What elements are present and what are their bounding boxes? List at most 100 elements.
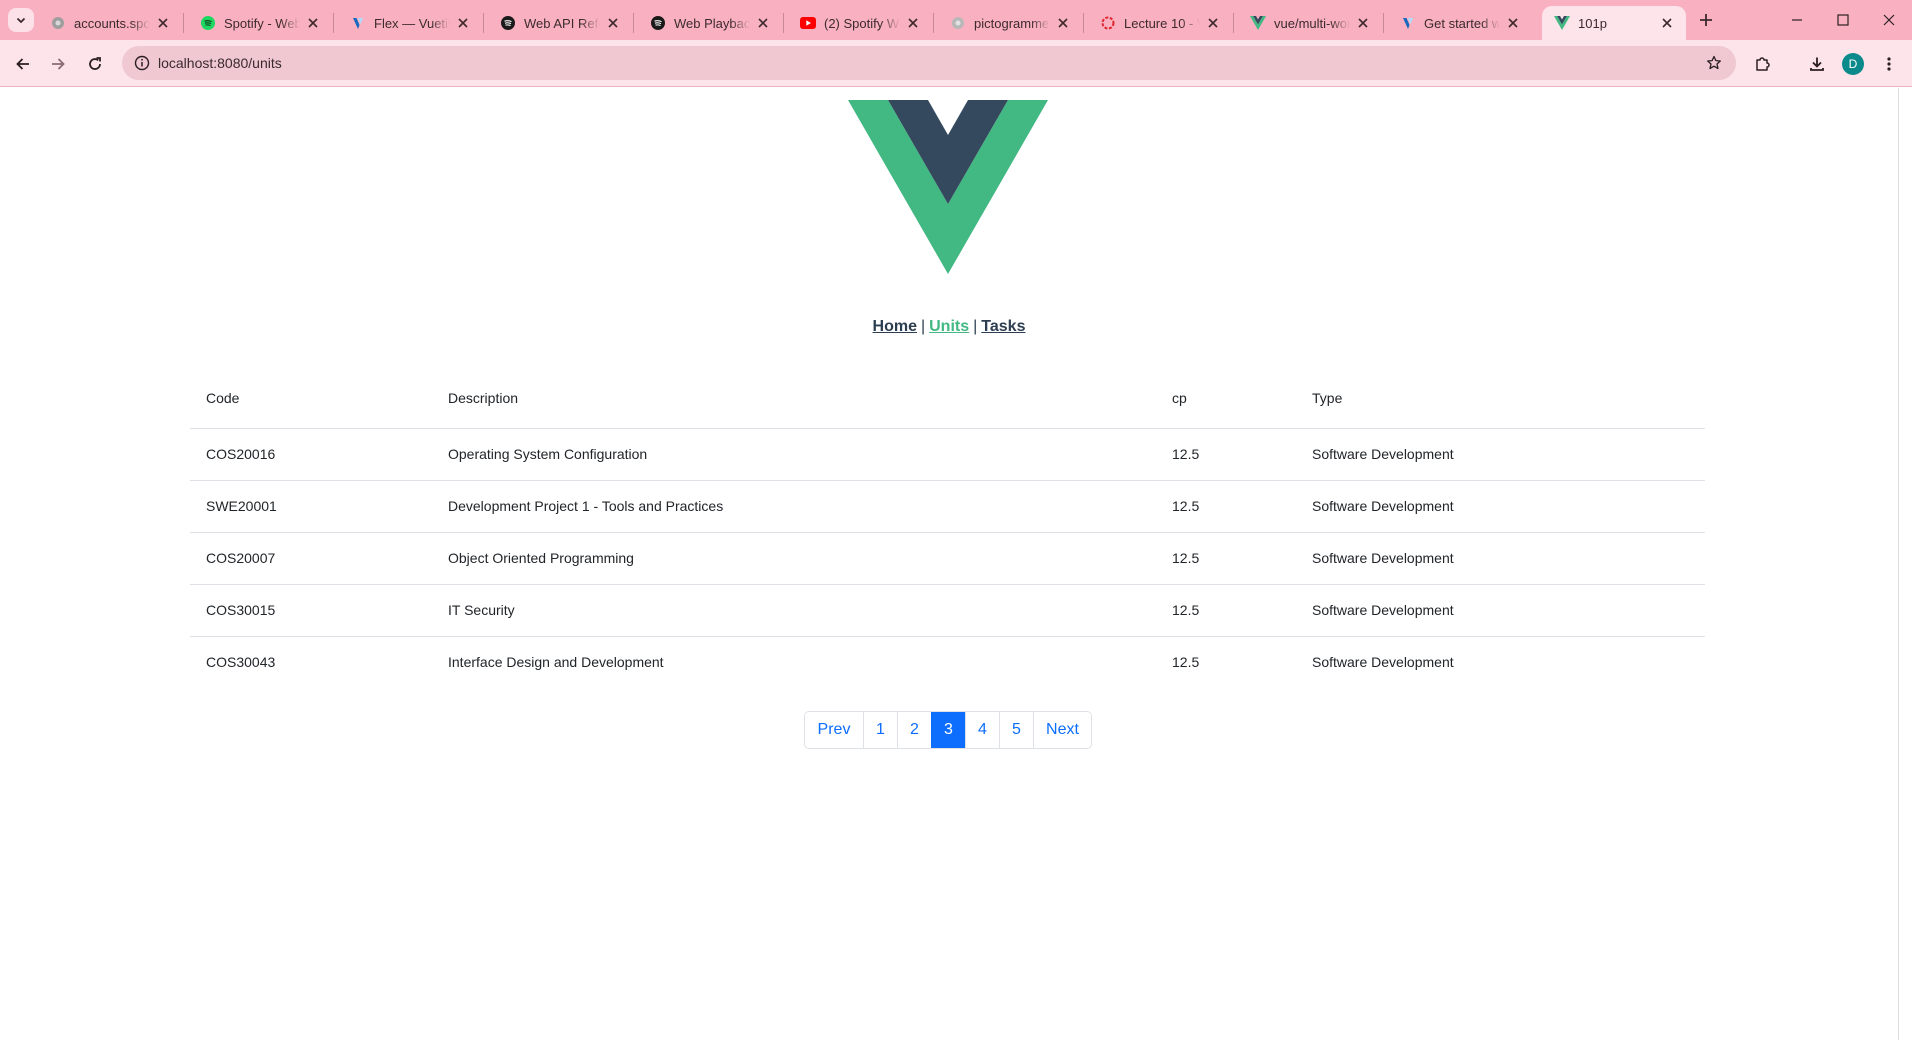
browser-tab[interactable]: (2) Spotify Web API <box>788 6 932 40</box>
cell-type: Software Development <box>1296 480 1705 533</box>
column-header-cp: cp <box>1156 368 1296 429</box>
close-icon[interactable] <box>454 14 472 32</box>
browser-menu-button[interactable] <box>1874 49 1904 79</box>
forward-button[interactable] <box>43 49 73 79</box>
cell-cp: 12.5 <box>1156 584 1296 637</box>
tab-search-button[interactable] <box>8 8 34 32</box>
download-icon <box>1810 57 1824 71</box>
cell-cp: 12.5 <box>1156 480 1296 533</box>
browser-tab[interactable]: Get started with <box>1388 6 1532 40</box>
pagination-prev-button[interactable]: Prev <box>805 712 863 748</box>
globe-icon <box>50 15 66 31</box>
tab-title: Flex — Vuetify <box>374 15 450 31</box>
new-tab-button[interactable] <box>1694 8 1718 32</box>
nav-link-units[interactable]: Units <box>929 318 969 335</box>
tab-title: vue/multi-word <box>1274 15 1350 31</box>
reload-icon <box>89 57 101 70</box>
pagination-page-3-current[interactable]: 3 <box>931 712 965 748</box>
units-table: Code Description cp Type COS20016 Operat… <box>190 368 1705 688</box>
cell-description: Object Oriented Programming <box>432 532 1156 585</box>
table-header-row: Code Description cp Type <box>190 368 1705 429</box>
tab-divider <box>633 13 634 33</box>
pagination-page-5[interactable]: 5 <box>999 712 1033 748</box>
nav-separator: | <box>920 318 926 335</box>
profile-avatar[interactable]: D <box>1842 53 1864 75</box>
vue-icon <box>1250 15 1266 31</box>
reload-button[interactable] <box>80 49 110 79</box>
tab-title: accounts.spotify.com <box>74 15 150 31</box>
pagination-next-button[interactable]: Next <box>1033 712 1091 748</box>
browser-tab[interactable]: Flex — Vuetify <box>338 6 482 40</box>
column-header-code: Code <box>190 368 432 429</box>
lecture-icon <box>1100 15 1116 31</box>
extensions-button[interactable] <box>1748 49 1778 79</box>
browser-tab-active[interactable]: 101p <box>1542 6 1686 40</box>
puzzle-icon <box>1756 57 1770 71</box>
pagination-page-1[interactable]: 1 <box>863 712 897 748</box>
url-text[interactable]: localhost:8080/units <box>158 55 282 71</box>
cell-description: IT Security <box>432 584 1156 637</box>
close-icon[interactable] <box>1204 14 1222 32</box>
tab-divider <box>333 13 334 33</box>
close-window-button[interactable] <box>1866 0 1912 40</box>
close-icon[interactable] <box>154 14 172 32</box>
cell-code: SWE20001 <box>190 480 432 533</box>
tab-divider <box>783 13 784 33</box>
browser-tab[interactable]: accounts.spotify.com <box>38 6 182 40</box>
nav-separator: | <box>973 318 978 335</box>
tab-title: Web Playback SDK <box>674 15 750 31</box>
pagination-page-4[interactable]: 4 <box>965 712 999 748</box>
table-row: COS20016 Operating System Configuration … <box>190 428 1705 481</box>
minimize-button[interactable] <box>1774 0 1820 40</box>
close-icon[interactable] <box>304 14 322 32</box>
tab-title: Spotify - Web Player <box>224 15 300 31</box>
table-row: COS30043 Interface Design and Developmen… <box>190 636 1705 688</box>
cell-code: COS30015 <box>190 584 432 637</box>
vue-logo <box>848 100 1048 274</box>
table-row: COS30015 IT Security 12.5 Software Devel… <box>190 584 1705 637</box>
pagination-page-2[interactable]: 2 <box>897 712 931 748</box>
close-icon[interactable] <box>904 14 922 32</box>
vuetify-icon <box>1400 15 1416 31</box>
table-row: SWE20001 Development Project 1 - Tools a… <box>190 480 1705 533</box>
cell-code: COS20007 <box>190 532 432 585</box>
cell-code: COS20016 <box>190 428 432 481</box>
browser-tab[interactable]: Web Playback SDK <box>638 6 782 40</box>
browser-tab[interactable]: vue/multi-word <box>1238 6 1382 40</box>
maximize-button[interactable] <box>1820 0 1866 40</box>
spotify-dark-icon <box>500 15 516 31</box>
browser-tab[interactable]: Lecture 10 - Vue <box>1088 6 1232 40</box>
tab-strip: accounts.spotify.com Spotify - Web Playe… <box>0 0 1912 40</box>
more-vertical-icon <box>1887 57 1891 71</box>
browser-tab[interactable]: Spotify - Web Player <box>188 6 332 40</box>
site-info-icon[interactable] <box>132 53 152 73</box>
close-icon[interactable] <box>1658 14 1676 32</box>
tab-title: Lecture 10 - Vue <box>1124 15 1200 31</box>
pagination: Prev 1 2 3 4 5 Next <box>804 711 1092 749</box>
tab-divider <box>1233 13 1234 33</box>
cell-cp: 12.5 <box>1156 532 1296 585</box>
close-icon[interactable] <box>754 14 772 32</box>
close-icon[interactable] <box>1354 14 1372 32</box>
chevron-down-icon <box>16 17 26 24</box>
nav-link-home[interactable]: Home <box>873 318 917 335</box>
tab-divider <box>183 13 184 33</box>
browser-toolbar: localhost:8080/units D <box>0 40 1912 87</box>
tab-divider <box>1083 13 1084 33</box>
browser-tab[interactable]: pictogrammers <box>938 6 1082 40</box>
downloads-button[interactable] <box>1802 49 1832 79</box>
cell-type: Software Development <box>1296 584 1705 637</box>
cell-description: Development Project 1 - Tools and Practi… <box>432 480 1156 533</box>
close-icon[interactable] <box>1504 14 1522 32</box>
close-icon[interactable] <box>604 14 622 32</box>
cell-type: Software Development <box>1296 532 1705 585</box>
close-icon[interactable] <box>1054 14 1072 32</box>
spotify-icon <box>200 15 216 31</box>
globe-icon <box>950 15 966 31</box>
back-button[interactable] <box>8 49 38 79</box>
address-bar[interactable]: localhost:8080/units <box>122 46 1736 80</box>
nav-link-tasks[interactable]: Tasks <box>981 318 1025 335</box>
browser-tab[interactable]: Web API Reference <box>488 6 632 40</box>
arrow-right-icon <box>52 58 65 70</box>
bookmark-star-icon[interactable] <box>1704 53 1724 73</box>
